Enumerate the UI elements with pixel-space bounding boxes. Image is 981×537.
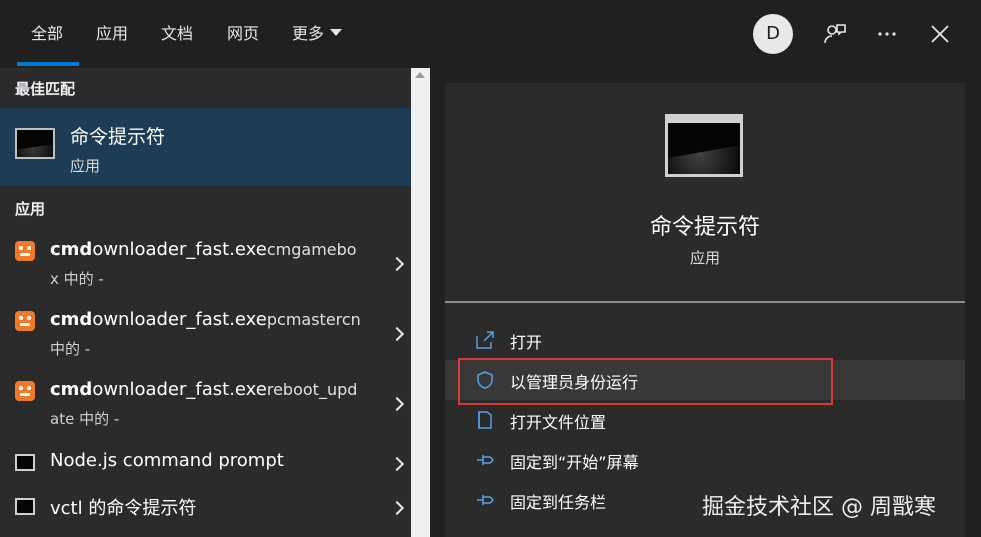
divider <box>445 301 965 303</box>
app-name: cmdownloader_fast.execmgamebo <box>50 239 357 260</box>
app-location: 中的 - <box>50 340 91 358</box>
tab-apps[interactable]: 应用 <box>96 22 128 46</box>
app-location: ate 中的 - <box>50 410 120 428</box>
chevron-right-icon[interactable] <box>392 456 404 472</box>
detail-pane: 命令提示符 应用 打开 以管理员身份运行 打开文件位置 固定到“开始”屏幕 固定… <box>430 68 981 537</box>
chevron-right-icon[interactable] <box>392 256 404 272</box>
command-prompt-icon <box>15 128 55 159</box>
list-item[interactable]: cmdownloader_fast.exereboot_upd ate 中的 - <box>0 370 411 438</box>
close-icon[interactable] <box>924 18 956 50</box>
detail-subtitle: 应用 <box>689 249 720 267</box>
best-match-title: 命令提示符 <box>70 126 166 148</box>
app-name: cmdownloader_fast.exereboot_upd <box>50 379 358 400</box>
action-label: 固定到任务栏 <box>510 493 607 512</box>
folder-icon <box>478 411 492 429</box>
chevron-right-icon[interactable] <box>392 326 404 342</box>
scrollbar[interactable] <box>411 68 430 537</box>
scroll-up-arrow-icon[interactable] <box>415 72 425 78</box>
app-icon <box>15 241 35 261</box>
best-match-header: 最佳匹配 <box>15 80 76 98</box>
app-location: x 中的 - <box>50 270 104 288</box>
search-tab-bar: 全部 应用 文档 网页 更多 D <box>0 0 981 68</box>
app-icon <box>15 381 35 401</box>
detail-panel: 命令提示符 应用 打开 以管理员身份运行 打开文件位置 固定到“开始”屏幕 固定… <box>445 83 965 537</box>
avatar[interactable]: D <box>753 14 793 54</box>
feedback-icon[interactable] <box>819 18 851 50</box>
tab-more[interactable]: 更多 <box>292 22 343 46</box>
action-pin-to-start[interactable]: 固定到“开始”屏幕 <box>445 440 965 480</box>
pin-icon <box>477 495 495 505</box>
active-tab-indicator <box>17 62 79 66</box>
action-label: 固定到“开始”屏幕 <box>510 453 639 472</box>
best-match-subtitle: 应用 <box>70 157 101 175</box>
tab-web[interactable]: 网页 <box>227 22 259 46</box>
list-item[interactable]: cmdownloader_fast.execmgamebo x 中的 - <box>0 230 411 298</box>
open-icon <box>476 331 494 349</box>
app-icon <box>15 311 35 331</box>
list-item[interactable]: cmdownloader_fast.exepcmastercn 中的 - <box>0 300 411 368</box>
app-name: Node.js command prompt <box>50 450 284 471</box>
list-item[interactable]: Node.js command prompt <box>0 442 411 486</box>
highlight-annotation-box <box>458 358 833 405</box>
tab-more-label: 更多 <box>292 24 325 43</box>
tab-all[interactable]: 全部 <box>31 22 63 46</box>
results-list: 最佳匹配 命令提示符 应用 应用 cmdownloader_fast.execm… <box>0 68 411 537</box>
action-label: 打开文件位置 <box>510 413 607 432</box>
action-label: 打开 <box>510 333 543 352</box>
command-prompt-large-icon <box>665 114 743 177</box>
terminal-icon <box>15 498 35 515</box>
watermark: 掘金技术社区 @ 周戬寒 <box>702 495 936 520</box>
ellipsis-icon[interactable] <box>871 18 903 50</box>
chevron-right-icon[interactable] <box>392 500 404 516</box>
chevron-down-icon <box>330 29 343 36</box>
action-open[interactable]: 打开 <box>445 320 965 360</box>
tab-documents[interactable]: 文档 <box>161 22 193 46</box>
action-open-file-location[interactable]: 打开文件位置 <box>445 400 965 440</box>
terminal-icon <box>15 454 35 471</box>
chevron-right-icon[interactable] <box>392 396 404 412</box>
detail-title: 命令提示符 <box>649 215 760 240</box>
apps-header: 应用 <box>15 200 46 218</box>
list-item[interactable]: vctl 的命令提示符 <box>0 488 411 532</box>
app-name: vctl 的命令提示符 <box>50 498 197 519</box>
best-match-item[interactable]: 命令提示符 应用 <box>0 108 411 186</box>
pin-icon <box>477 455 495 465</box>
app-name: cmdownloader_fast.exepcmastercn <box>50 309 361 330</box>
